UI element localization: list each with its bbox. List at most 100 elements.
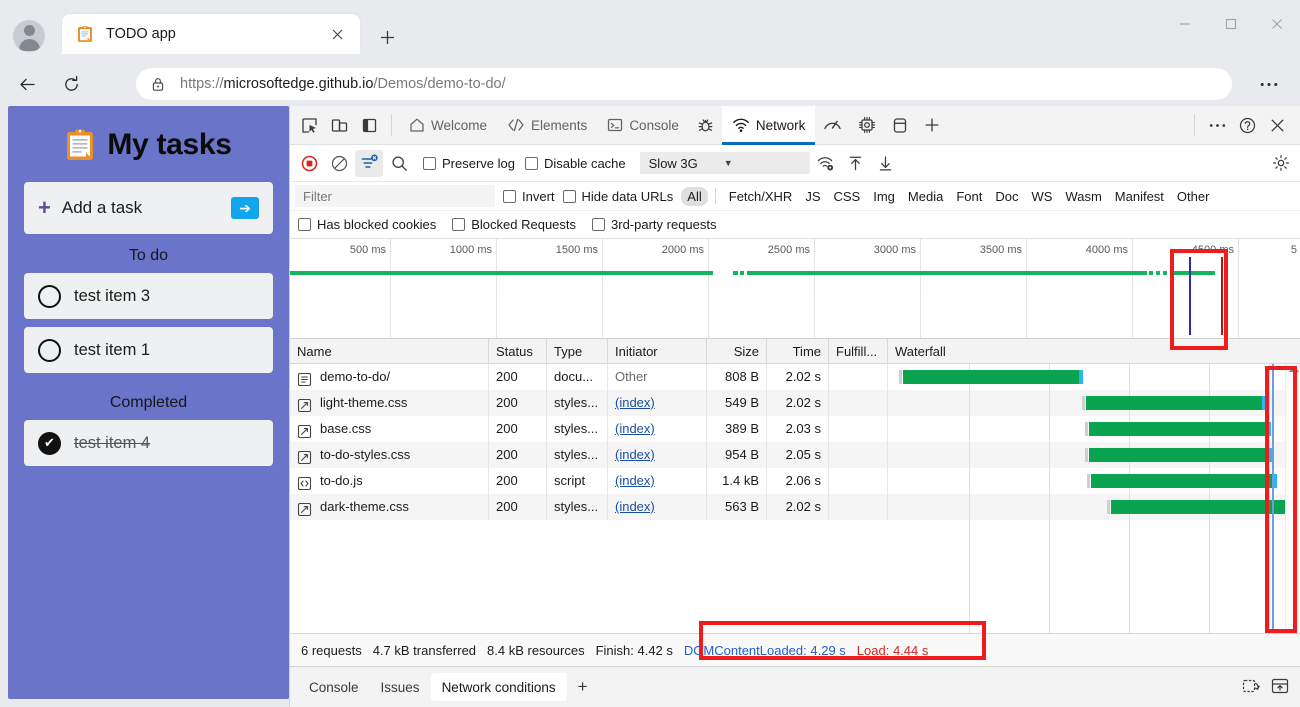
filter-type-doc[interactable]: Doc	[989, 187, 1024, 206]
new-tab-button[interactable]	[372, 22, 402, 52]
url-path: /Demos/demo-to-do/	[373, 76, 505, 92]
tab-console[interactable]: Console	[597, 106, 689, 145]
add-panel-icon[interactable]	[916, 106, 948, 145]
submit-task-button[interactable]: ➔	[231, 197, 259, 219]
dock-panel-icon[interactable]	[354, 110, 384, 140]
browser-menu-button[interactable]	[1252, 68, 1286, 100]
document-icon	[297, 370, 312, 385]
disable-cache-checkbox[interactable]: Disable cache	[525, 156, 626, 171]
task-checkbox-checked[interactable]: ✔	[38, 432, 61, 455]
close-window-button[interactable]	[1254, 0, 1300, 48]
vertical-scrollbar[interactable]	[1285, 364, 1300, 633]
column-header-status[interactable]: Status	[489, 339, 547, 364]
table-row[interactable]: light-theme.css 200 styles... (index) 54…	[290, 390, 1300, 416]
task-checkbox[interactable]	[38, 285, 61, 308]
close-icon[interactable]	[324, 21, 350, 47]
initiator-link[interactable]: (index)	[615, 421, 655, 436]
initiator-link[interactable]: (index)	[615, 447, 655, 462]
overview-request-band	[1156, 271, 1160, 275]
task-item[interactable]: test item 1	[24, 327, 273, 373]
stylesheet-icon	[297, 448, 312, 463]
task-item-completed[interactable]: ✔ test item 4	[24, 420, 273, 466]
export-har-icon[interactable]	[872, 150, 900, 177]
devtools-more-button[interactable]	[1202, 110, 1232, 140]
invert-checkbox[interactable]: Invert	[503, 189, 555, 204]
filter-type-manifest[interactable]: Manifest	[1109, 187, 1170, 206]
filter-type-media[interactable]: Media	[902, 187, 949, 206]
filter-button[interactable]	[355, 150, 383, 177]
filter-input[interactable]: Filter	[295, 185, 495, 207]
column-header-waterfall[interactable]: Waterfall	[888, 339, 1300, 364]
device-toggle-icon[interactable]	[324, 110, 354, 140]
add-task-input[interactable]: + Add a task ➔	[24, 182, 273, 234]
address-bar[interactable]: https://microsoftedge.github.io/Demos/de…	[136, 68, 1232, 100]
script-icon	[297, 474, 312, 489]
table-row[interactable]: demo-to-do/ 200 docu... Other 808 B 2.02…	[290, 364, 1300, 390]
preserve-log-checkbox[interactable]: Preserve log	[423, 156, 515, 171]
close-devtools-icon[interactable]	[1262, 110, 1292, 140]
tab-memory[interactable]	[850, 106, 884, 145]
inspect-icon[interactable]	[294, 110, 324, 140]
table-row[interactable]: base.css 200 styles... (index) 389 B 2.0…	[290, 416, 1300, 442]
search-button[interactable]	[385, 150, 413, 177]
tab-network[interactable]: Network	[722, 106, 816, 145]
has-blocked-cookies-checkbox[interactable]: Has blocked cookies	[298, 217, 436, 232]
column-header-name[interactable]: Name	[290, 339, 489, 364]
network-overview-timeline[interactable]: 500 ms 1000 ms 1500 ms 2000 ms 2500 ms 3…	[290, 239, 1300, 339]
table-row[interactable]: dark-theme.css 200 styles... (index) 563…	[290, 494, 1300, 520]
filter-type-fetch-xhr[interactable]: Fetch/XHR	[723, 187, 799, 206]
clear-button[interactable]	[325, 150, 353, 177]
column-header-time[interactable]: Time	[767, 339, 829, 364]
hide-data-urls-checkbox[interactable]: Hide data URLs	[563, 189, 674, 204]
reload-button[interactable]	[54, 67, 88, 101]
initiator-link[interactable]: (index)	[615, 499, 655, 514]
filter-type-font[interactable]: Font	[950, 187, 988, 206]
initiator-link[interactable]: (index)	[615, 473, 655, 488]
scroll-up-arrow[interactable]	[1289, 366, 1299, 372]
table-row[interactable]: to-do.js 200 script (index) 1.4 kB 2.06 …	[290, 468, 1300, 494]
column-header-initiator[interactable]: Initiator	[608, 339, 707, 364]
drawer-add-tab-button[interactable]: +	[567, 673, 599, 701]
restore-drawer-icon[interactable]	[1242, 677, 1262, 698]
record-button[interactable]	[295, 150, 323, 177]
browser-tab[interactable]: TODO app	[62, 14, 360, 54]
third-party-requests-checkbox[interactable]: 3rd-party requests	[592, 217, 717, 232]
back-button[interactable]	[10, 67, 44, 101]
filter-toolbar: Filter Invert Hide data URLs All Fetch/X…	[290, 182, 1300, 211]
task-item[interactable]: test item 3	[24, 273, 273, 319]
maximize-button[interactable]	[1208, 0, 1254, 48]
drawer-tab-issues[interactable]: Issues	[370, 673, 431, 701]
filter-type-img[interactable]: Img	[867, 187, 901, 206]
tab-elements[interactable]: Elements	[497, 106, 597, 145]
profile-avatar[interactable]	[13, 20, 45, 52]
filter-type-all[interactable]: All	[681, 187, 707, 206]
task-checkbox[interactable]	[38, 339, 61, 362]
filter-type-ws[interactable]: WS	[1025, 187, 1058, 206]
help-icon[interactable]	[1232, 110, 1262, 140]
filter-type-other[interactable]: Other	[1171, 187, 1216, 206]
initiator-link[interactable]: (index)	[615, 395, 655, 410]
import-har-icon[interactable]	[842, 150, 870, 177]
tab-performance[interactable]	[815, 106, 850, 145]
drawer-tab-console[interactable]: Console	[298, 673, 370, 701]
filter-type-css[interactable]: CSS	[828, 187, 867, 206]
dock-drawer-icon[interactable]	[1270, 677, 1290, 698]
tab-issues-bug[interactable]	[689, 106, 722, 145]
column-header-size[interactable]: Size	[707, 339, 767, 364]
minimize-button[interactable]	[1162, 0, 1208, 48]
tab-welcome[interactable]: Welcome	[399, 106, 497, 145]
blocked-requests-checkbox[interactable]: Blocked Requests	[452, 217, 576, 232]
cell-name: base.css	[290, 416, 489, 442]
drawer-tab-network-conditions[interactable]: Network conditions	[431, 673, 567, 701]
filter-type-wasm[interactable]: Wasm	[1059, 187, 1107, 206]
network-settings-icon[interactable]	[812, 150, 840, 177]
tab-application[interactable]	[884, 106, 916, 145]
column-header-type[interactable]: Type	[547, 339, 608, 364]
has-blocked-cookies-label: Has blocked cookies	[317, 217, 436, 232]
filter-type-js[interactable]: JS	[799, 187, 826, 206]
throttling-select[interactable]: Slow 3G ▼	[640, 152, 810, 174]
table-row[interactable]: to-do-styles.css 200 styles... (index) 9…	[290, 442, 1300, 468]
cell-waterfall	[888, 390, 1300, 416]
column-header-fulfilled[interactable]: Fulfill...	[829, 339, 888, 364]
gear-icon[interactable]	[1267, 150, 1295, 177]
